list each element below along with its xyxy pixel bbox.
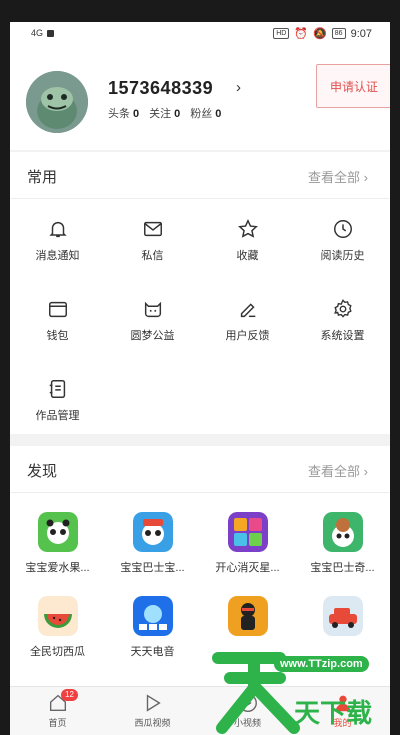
wallet-icon bbox=[48, 301, 67, 318]
discover-header: 发现 查看全部 › bbox=[10, 446, 390, 493]
tab-label: 首页 bbox=[48, 718, 67, 728]
grid-item-label: 收藏 bbox=[236, 250, 259, 262]
section-title: 发现 bbox=[27, 463, 58, 480]
grid-item-notifications[interactable]: 消息通知 bbox=[10, 218, 105, 264]
alarm-icon: ⏰ bbox=[294, 28, 309, 40]
panda-bus-app-icon bbox=[132, 512, 173, 552]
tab-xigua-video[interactable]: 西瓜视频 bbox=[105, 687, 200, 735]
stat-following[interactable]: 关注 0 bbox=[149, 105, 180, 121]
notification-badge: 12 bbox=[61, 689, 78, 701]
signal-text: 4G bbox=[31, 28, 44, 38]
app-item[interactable]: 宝宝爱水果... bbox=[10, 512, 105, 576]
app-label: 宝宝巴士奇... bbox=[310, 562, 375, 574]
play-circle-icon bbox=[238, 694, 257, 712]
ninja-app-icon bbox=[227, 596, 268, 636]
pop-star-app-icon bbox=[227, 512, 268, 552]
tab-home[interactable]: 12 首页 bbox=[10, 687, 105, 735]
music-app-icon bbox=[132, 596, 173, 636]
grid-item-charity[interactable]: 圆梦公益 bbox=[105, 298, 200, 344]
feedback-pen-icon bbox=[240, 303, 255, 318]
stat-followers[interactable]: 粉丝 0 bbox=[190, 105, 221, 121]
profile-stats: 头条 0 关注 0 粉丝 0 bbox=[108, 105, 221, 121]
grid-item-feedback[interactable]: 用户反馈 bbox=[200, 298, 295, 344]
status-right: HD ⏰ 🔕 86 9:07 bbox=[273, 27, 372, 40]
status-left: 4G bbox=[31, 28, 55, 38]
grid-item-label: 圆梦公益 bbox=[130, 330, 175, 342]
grid-item-favorites[interactable]: 收藏 bbox=[200, 218, 295, 264]
username[interactable]: 1573648339 bbox=[108, 78, 213, 99]
app-item[interactable]: 宝宝巴士奇... bbox=[295, 512, 390, 576]
sim-icon bbox=[47, 29, 55, 37]
tab-label: 我的 bbox=[333, 718, 352, 728]
battery-icon: 86 bbox=[331, 28, 346, 39]
app-item[interactable]: 全民切西瓜 bbox=[10, 596, 105, 660]
app-label: 宝宝巴士宝... bbox=[120, 562, 185, 574]
works-icon bbox=[49, 380, 65, 398]
mute-icon: 🔕 bbox=[313, 28, 327, 40]
clock-icon bbox=[333, 220, 352, 238]
app-item[interactable]: 宝宝巴士宝... bbox=[105, 512, 200, 576]
profile-card[interactable]: 1573648339 › 头条 0 关注 0 粉丝 0 申请认证 bbox=[10, 48, 390, 150]
panda-kitchen-app-icon bbox=[322, 512, 363, 552]
discover-section: 发现 查看全部 › 宝宝爱水果... 宝宝巴士宝... 开心消灭星... 宝宝巴… bbox=[10, 446, 390, 686]
apply-verification-button[interactable]: 申请认证 bbox=[316, 64, 390, 108]
section-title: 常用 bbox=[27, 169, 58, 186]
watermark-url: www.TTzip.com bbox=[274, 656, 369, 672]
view-all-link[interactable]: 查看全部 › bbox=[308, 461, 368, 480]
grid-item-label: 作品管理 bbox=[35, 410, 80, 422]
mail-icon bbox=[143, 221, 162, 237]
grid-item-label: 消息通知 bbox=[35, 250, 80, 262]
grid-item-history[interactable]: 阅读历史 bbox=[295, 218, 390, 264]
user-icon bbox=[335, 695, 350, 712]
bell-icon bbox=[48, 221, 67, 238]
bottom-tab-bar: 12 首页 西瓜视频 小视频 我的 bbox=[10, 686, 390, 735]
grid-item-works[interactable]: 作品管理 bbox=[10, 378, 105, 424]
tab-label: 西瓜视频 bbox=[134, 718, 171, 728]
app-item[interactable]: 天天电音 bbox=[105, 596, 200, 660]
grid-item-label: 系统设置 bbox=[320, 330, 365, 342]
charity-icon bbox=[144, 301, 161, 318]
avatar[interactable] bbox=[26, 71, 88, 133]
hd-icon: HD bbox=[273, 28, 290, 39]
status-bar: 4G HD ⏰ 🔕 86 9:07 bbox=[10, 22, 390, 48]
watermelon-app-icon bbox=[37, 596, 78, 636]
common-section: 常用 查看全部 › 消息通知 私信 收藏 阅读历史 钱包 圆梦公益 用户反馈 系… bbox=[10, 152, 390, 434]
tab-mine[interactable]: 我的 bbox=[295, 687, 390, 735]
grid-item-messages[interactable]: 私信 bbox=[105, 218, 200, 264]
chevron-right-icon[interactable]: › bbox=[236, 79, 241, 96]
star-icon bbox=[237, 219, 258, 238]
app-label: 宝宝爱水果... bbox=[25, 562, 90, 574]
grid-item-label: 阅读历史 bbox=[320, 250, 365, 262]
play-triangle-icon bbox=[146, 694, 161, 712]
app-label: 开心消灭星... bbox=[215, 562, 280, 574]
grid-item-label: 用户反馈 bbox=[225, 330, 270, 342]
car-app-icon bbox=[322, 596, 363, 636]
clock-time: 9:07 bbox=[350, 27, 372, 40]
phone-screen: 4G HD ⏰ 🔕 86 9:07 1573648339 › 头条 0 关注 0… bbox=[10, 22, 390, 735]
tab-label: 小视频 bbox=[233, 718, 261, 728]
app-item[interactable]: 开心消灭星... bbox=[200, 512, 295, 576]
grid-item-label: 钱包 bbox=[46, 330, 69, 342]
gear-icon bbox=[333, 299, 352, 318]
app-item[interactable] bbox=[200, 596, 295, 642]
grid-item-wallet[interactable]: 钱包 bbox=[10, 298, 105, 344]
app-item[interactable] bbox=[295, 596, 390, 642]
app-label: 天天电音 bbox=[130, 646, 175, 658]
tab-short-video[interactable]: 小视频 bbox=[200, 687, 295, 735]
common-header: 常用 查看全部 › bbox=[10, 152, 390, 199]
app-label: 全民切西瓜 bbox=[30, 646, 85, 658]
stat-headlines[interactable]: 头条 0 bbox=[108, 105, 139, 121]
panda-fruit-app-icon bbox=[37, 512, 78, 552]
grid-item-label: 私信 bbox=[141, 250, 164, 262]
grid-item-settings[interactable]: 系统设置 bbox=[295, 298, 390, 344]
view-all-link[interactable]: 查看全部 › bbox=[308, 167, 368, 186]
